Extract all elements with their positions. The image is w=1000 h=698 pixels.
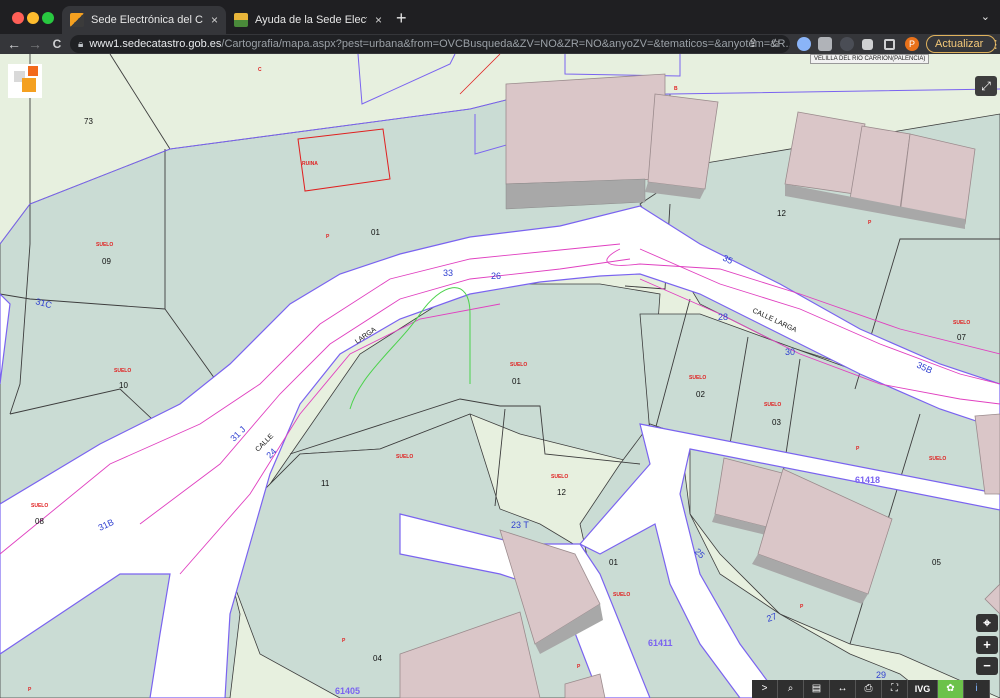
street-view-icon[interactable]: ⛶	[882, 680, 908, 698]
url-host: www1.sedecatastro.gob.es	[89, 38, 222, 50]
map-toolbar: > ⌕ ▤ ↔ ⎙ ⛶ IVG ✿ i	[752, 680, 990, 698]
suelo-label: SUELO	[689, 375, 706, 381]
street-number: 30	[785, 347, 795, 357]
ruina-label: RUINA	[302, 161, 318, 167]
block-code: 61405	[335, 686, 360, 696]
extension-pen-icon[interactable]	[840, 37, 854, 51]
parcel-number: 04	[373, 654, 382, 663]
forward-button[interactable]: →	[26, 34, 44, 54]
suelo-label: SUELO	[114, 368, 131, 374]
c-label: C	[258, 67, 262, 73]
info-icon[interactable]: i	[964, 680, 990, 698]
search-icon[interactable]: ⌕	[778, 680, 804, 698]
catastro-favicon-icon	[70, 13, 84, 27]
lock-icon: 🔒︎	[78, 38, 84, 50]
cadastral-map[interactable]: 73 01 09 10 08 11 01 12 02 03 07 12 01 0…	[0, 54, 1000, 698]
parcel-number: 07	[957, 333, 966, 342]
update-button[interactable]: Actualizar ⋮	[926, 35, 1000, 53]
tab-search-button[interactable]: ⌄	[981, 10, 990, 23]
parcel-number: 08	[35, 517, 44, 526]
zoom-out-button[interactable]: −	[976, 657, 998, 675]
street-number: 23 T	[511, 520, 529, 530]
extensions-puzzle-icon[interactable]	[862, 39, 873, 50]
tab-strip: Sede Electrónica del Catastro × Ayuda de…	[0, 0, 1000, 34]
browser-toolbar: ← → C 🔒︎ www1.sedecatastro.gob.es /Carto…	[0, 34, 1000, 54]
suelo-label: SUELO	[31, 503, 48, 509]
tab-title: Ayuda de la Sede Electrónica d	[255, 14, 367, 26]
block-code: 61411	[648, 638, 673, 648]
maximize-window-button[interactable]	[42, 12, 54, 24]
street-number: 26	[491, 271, 501, 281]
fullscreen-button[interactable]: ⤢	[975, 76, 997, 96]
measure-icon[interactable]: ↔	[830, 680, 856, 698]
layers-icon[interactable]: ▤	[804, 680, 830, 698]
print-icon[interactable]: ⎙	[856, 680, 882, 698]
suelo-label: SUELO	[96, 242, 113, 248]
b-label: B	[674, 86, 678, 92]
suelo-label: SUELO	[929, 456, 946, 462]
street-number: 33	[443, 268, 453, 278]
parcel-number: 01	[512, 377, 521, 386]
bookmark-star-icon[interactable]: ☆	[770, 36, 781, 50]
zoom-in-button[interactable]: +	[976, 636, 998, 654]
parcel-number: 73	[84, 117, 93, 126]
ayuda-favicon-icon	[234, 13, 248, 27]
share-icon[interactable]: ⇪	[748, 36, 758, 50]
base-map-icon[interactable]: ✿	[938, 680, 964, 698]
parcel-number: 11	[321, 479, 330, 488]
suelo-label: SUELO	[953, 320, 970, 326]
profile-avatar[interactable]: P	[905, 37, 919, 51]
suelo-label: SUELO	[396, 454, 413, 460]
parcel-number: 12	[557, 488, 566, 497]
parcel-number: 03	[772, 418, 781, 427]
close-window-button[interactable]	[12, 12, 24, 24]
browser-window: Sede Electrónica del Catastro × Ayuda de…	[0, 0, 1000, 698]
update-label: Actualizar	[935, 38, 984, 50]
reload-button[interactable]: C	[48, 34, 66, 54]
suelo-label: SUELO	[764, 402, 781, 408]
close-tab-icon[interactable]: ×	[375, 13, 382, 27]
block-code: 61418	[855, 475, 880, 485]
close-tab-icon[interactable]: ×	[211, 13, 218, 27]
suelo-label: SUELO	[551, 474, 568, 480]
ivg-button[interactable]: IVG	[908, 680, 938, 698]
municipality-tooltip: VELILLA DEL RIO CARRION(PALENCIA)	[810, 54, 930, 64]
tab-sede-catastro[interactable]: Sede Electrónica del Catastro ×	[62, 6, 226, 34]
extension-camera-icon[interactable]	[818, 37, 832, 51]
parcel-number: 01	[371, 228, 380, 237]
parcel-number: 09	[102, 257, 111, 266]
address-bar[interactable]: 🔒︎ www1.sedecatastro.gob.es /Cartografia…	[70, 35, 790, 53]
parcel-number: 02	[696, 390, 705, 399]
suelo-label: SUELO	[613, 592, 630, 598]
catastro-logo-icon	[8, 64, 42, 98]
tab-ayuda[interactable]: Ayuda de la Sede Electrónica d ×	[226, 6, 390, 34]
parcel-number: 05	[932, 558, 941, 567]
new-tab-button[interactable]: +	[396, 9, 407, 27]
extension-globe-icon[interactable]	[797, 37, 811, 51]
suelo-label: SUELO	[510, 362, 527, 368]
minimize-window-button[interactable]	[27, 12, 39, 24]
url-path: /Cartografia/mapa.aspx?pest=urbana&from=…	[221, 38, 790, 50]
back-button[interactable]: ←	[5, 34, 23, 54]
catastro-logo[interactable]	[8, 64, 42, 98]
parcel-number: 12	[777, 209, 786, 218]
street-number: 28	[718, 312, 728, 322]
parcel-number: 01	[609, 558, 618, 567]
locate-button[interactable]: ⌖	[976, 614, 998, 632]
side-panel-icon[interactable]	[884, 39, 895, 50]
street-number: 29	[876, 670, 886, 680]
parcel-number: 10	[119, 381, 128, 390]
map-canvas[interactable]: 73 01 09 10 08 11 01 12 02 03 07 12 01 0…	[0, 54, 1000, 698]
browser-menu-icon[interactable]: ⋮	[990, 38, 1000, 51]
tab-title: Sede Electrónica del Catastro	[91, 14, 203, 26]
expand-toolbar-button[interactable]: >	[752, 680, 778, 698]
